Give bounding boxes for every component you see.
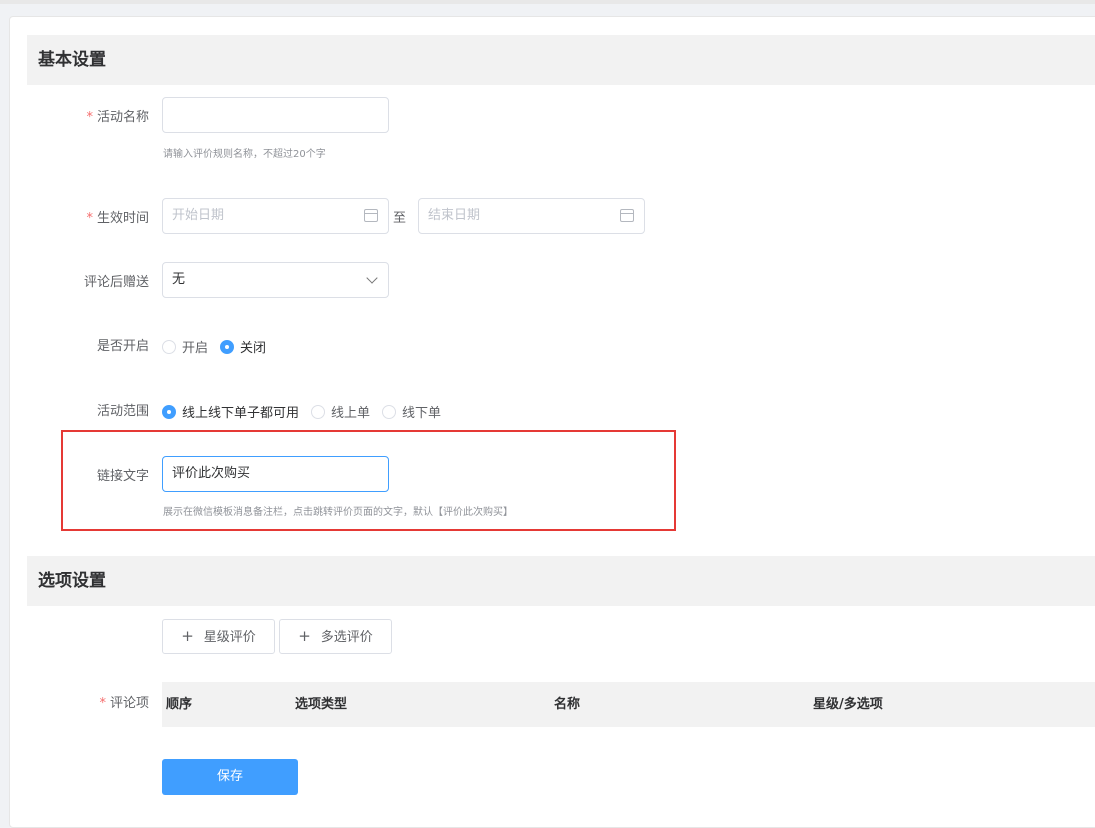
radio-checked-icon — [220, 339, 235, 354]
required-mark: * — [86, 110, 93, 125]
link-text-input[interactable]: 评价此次购买 — [162, 456, 389, 492]
required-mark: * — [99, 696, 106, 711]
radio-checked-icon — [162, 404, 176, 419]
column-order: 顺序 — [166, 697, 193, 712]
save-button[interactable]: 保存 — [162, 759, 298, 795]
review-items-label: * 评论项 — [99, 696, 149, 711]
chevron-down-icon — [366, 272, 378, 284]
enabled-radio-group: 开启 关闭 — [162, 337, 278, 356]
calendar-icon — [620, 209, 634, 222]
end-date-placeholder: 结束日期 — [428, 208, 481, 223]
required-mark: * — [86, 211, 93, 226]
column-star-multi-options: 星级/多选项 — [813, 697, 883, 712]
link-text-label: 链接文字 — [96, 469, 149, 484]
date-range-separator: 至 — [393, 211, 407, 226]
radio-scope-both[interactable]: 线上线下单子都可用 — [162, 402, 299, 421]
radio-scope-offline[interactable]: 线下单 — [382, 402, 441, 421]
enabled-label: 是否开启 — [96, 339, 149, 354]
effective-time-label: * 生效时间 — [86, 211, 149, 226]
radio-enable-on[interactable]: 开启 — [162, 337, 208, 356]
link-text-hint: 展示在微信模板消息备注栏，点击跳转评价页面的文字，默认【评价此次购买】 — [163, 507, 513, 518]
scope-label: 活动范围 — [96, 404, 149, 419]
radio-circle-icon — [382, 404, 397, 419]
end-date-input[interactable]: 结束日期 — [418, 198, 645, 234]
radio-circle-icon — [311, 404, 326, 419]
section-basic-settings: 基本设置 — [27, 35, 1095, 85]
add-star-rating-button[interactable]: + 星级评价 — [162, 619, 275, 654]
radio-circle-icon — [162, 339, 176, 354]
gift-select-value: 无 — [172, 272, 186, 287]
calendar-icon — [364, 209, 378, 222]
activity-name-label: * 活动名称 — [86, 110, 149, 125]
top-bar — [0, 0, 1095, 4]
plus-icon: + — [298, 627, 311, 645]
start-date-input[interactable]: 开始日期 — [162, 198, 389, 234]
activity-name-input[interactable] — [162, 97, 389, 133]
column-name: 名称 — [554, 697, 581, 712]
section-option-settings: 选项设置 — [27, 556, 1095, 606]
plus-icon: + — [181, 627, 194, 645]
radio-enable-off[interactable]: 关闭 — [220, 337, 266, 356]
column-option-type: 选项类型 — [295, 697, 348, 712]
start-date-placeholder: 开始日期 — [172, 208, 225, 223]
gift-select[interactable]: 无 — [162, 262, 389, 298]
radio-scope-online[interactable]: 线上单 — [311, 402, 370, 421]
scope-radio-group: 线上线下单子都可用 线上单 线下单 — [162, 402, 453, 421]
gift-label: 评论后赠送 — [83, 275, 149, 290]
review-items-table-header: 顺序 选项类型 名称 星级/多选项 — [162, 682, 1095, 727]
activity-name-hint: 请输入评价规则名称，不超过20个字 — [163, 149, 326, 160]
add-multi-choice-button[interactable]: + 多选评价 — [279, 619, 392, 654]
